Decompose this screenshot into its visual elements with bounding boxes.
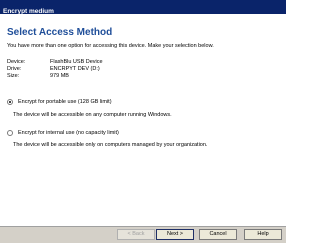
cancel-button[interactable]: Cancel xyxy=(199,229,237,240)
drive-label: Drive: xyxy=(7,66,22,72)
intro-text: You have more than one option for access… xyxy=(7,43,214,49)
back-button[interactable]: < Back xyxy=(117,229,155,240)
option-internal-description: The device will be accessible only on co… xyxy=(13,142,208,148)
title-bar: Encrypt medium xyxy=(0,0,286,15)
option-internal[interactable]: Encrypt for internal use (no capacity li… xyxy=(7,130,119,136)
next-button[interactable]: Next > xyxy=(156,229,194,240)
option-portable-label[interactable]: Encrypt for portable use (128 GB limit) xyxy=(18,99,112,105)
device-value: FlashBlu USB Device xyxy=(50,59,103,65)
size-label: Size: xyxy=(7,73,20,79)
option-internal-label[interactable]: Encrypt for internal use (no capacity li… xyxy=(18,130,119,136)
device-label: Device: xyxy=(7,59,26,65)
size-value: 979 MB xyxy=(50,73,69,79)
option-portable[interactable]: Encrypt for portable use (128 GB limit) xyxy=(7,99,112,105)
portable-radio[interactable] xyxy=(7,99,13,105)
help-button[interactable]: Help xyxy=(244,229,282,240)
drive-value: ENCRPYT DEV (D:) xyxy=(50,66,100,72)
internal-radio[interactable] xyxy=(7,130,13,136)
wizard-content: Select Access Method You have more than … xyxy=(0,14,286,226)
option-portable-description: The device will be accessible on any com… xyxy=(13,112,172,118)
page-heading: Select Access Method xyxy=(7,27,113,38)
